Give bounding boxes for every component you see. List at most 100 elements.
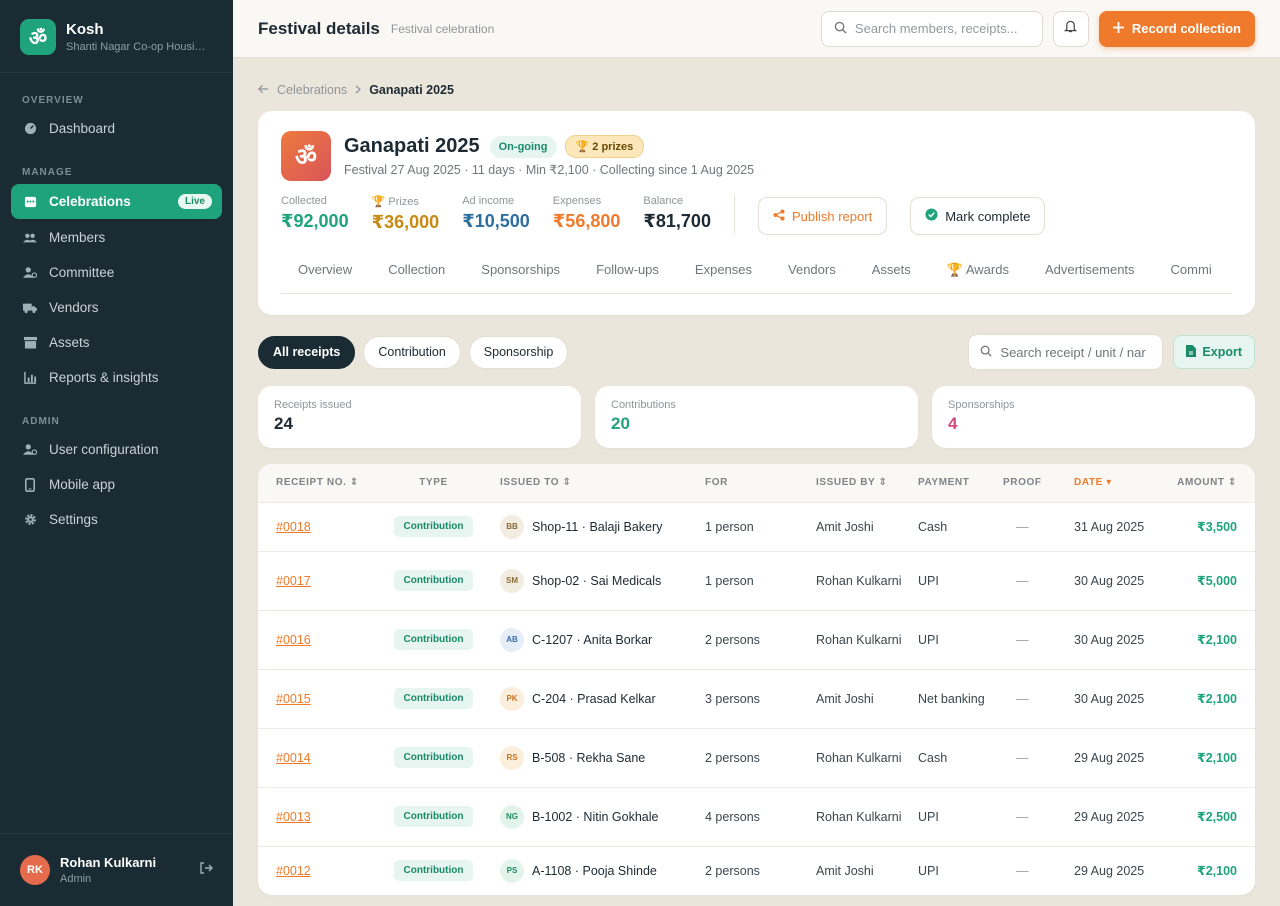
filter-all-receipts[interactable]: All receipts — [258, 335, 356, 369]
tab-awards-label: Awards — [965, 262, 1009, 277]
sidebar-item-user-configuration[interactable]: User configuration — [11, 433, 222, 466]
table-row[interactable]: #0018 Contribution BB Shop-11 · Balaji Bake… — [258, 501, 1255, 551]
sidebar-item-label: Settings — [49, 512, 98, 527]
receipt-date: 29 Aug 2025 — [1074, 845, 1172, 895]
proof: — — [1003, 668, 1074, 728]
table-row[interactable]: #0014 Contribution RS B-508 · Rekha Sane 2 p… — [258, 727, 1255, 787]
festival-om-icon: ॐ — [281, 131, 331, 181]
avatar: RS — [500, 745, 524, 770]
sidebar-item-label: Reports & insights — [49, 370, 159, 385]
receipt-number-link[interactable]: #0014 — [276, 751, 311, 765]
sidebar-item-committee[interactable]: Committee — [11, 256, 222, 289]
table-row[interactable]: #0017 Contribution SM Shop-02 · Sai Medical… — [258, 550, 1255, 610]
tab-collection[interactable]: Collection — [388, 262, 445, 293]
sidebar-item-reports[interactable]: Reports & insights — [11, 361, 222, 394]
mark-complete-label: Mark complete — [945, 208, 1031, 224]
col-issued-to[interactable]: ISSUED TO ⇕ — [500, 464, 705, 502]
sidebar-item-mobile-app[interactable]: Mobile app — [11, 468, 222, 501]
sidebar-item-label: Celebrations — [49, 194, 131, 209]
festival-card: ॐ Ganapati 2025 On-going 🏆 2 prizes Fest… — [258, 111, 1255, 315]
table-row[interactable]: #0015 Contribution PK C-204 · Prasad Kelkar… — [258, 668, 1255, 728]
receipt-number-link[interactable]: #0015 — [276, 692, 311, 706]
table-row[interactable]: #0016 Contribution AB C-1207 · Anita Borkar… — [258, 609, 1255, 669]
receipt-date: 31 Aug 2025 — [1074, 501, 1172, 551]
payment-method: Net banking — [918, 668, 1003, 728]
issued-to: A-1108 · Pooja Shinde — [532, 863, 657, 878]
receipt-amount: ₹3,500 — [1172, 501, 1255, 551]
payment-method: UPI — [918, 550, 1003, 610]
avatar: RK — [20, 855, 50, 885]
receipt-number-link[interactable]: #0016 — [276, 633, 311, 647]
global-search-input[interactable]: Search members, receipts... — [820, 10, 1043, 47]
live-badge: Live — [177, 194, 212, 209]
issued-to: B-508 · Rekha Sane — [532, 750, 646, 765]
mark-complete-button[interactable]: Mark complete — [910, 197, 1046, 235]
prizes-badge-label: 2 prizes — [592, 141, 634, 153]
notifications-button[interactable] — [1052, 10, 1089, 47]
logout-icon[interactable] — [199, 861, 213, 880]
export-button[interactable]: Export — [1173, 335, 1255, 369]
sidebar-item-settings[interactable]: Settings — [11, 503, 222, 536]
table-row[interactable]: #0013 Contribution NG B-1002 · Nitin Gokhal… — [258, 786, 1255, 846]
col-issued-by[interactable]: ISSUED BY ⇕ — [816, 464, 918, 502]
sidebar-item-vendors[interactable]: Vendors — [11, 291, 222, 324]
table-row[interactable]: #0012 Contribution PS A-1108 · Pooja Shinde… — [258, 845, 1255, 895]
stat-label: Collected — [281, 195, 327, 207]
festival-title: Ganapati 2025 — [344, 135, 480, 157]
receipt-amount: ₹2,100 — [1172, 609, 1255, 669]
summary-receipts-issued: Receipts issued 24 — [258, 386, 581, 448]
tab-overview[interactable]: Overview — [298, 262, 352, 293]
sort-icon: ⇕ — [1228, 477, 1237, 489]
proof: — — [1003, 501, 1074, 551]
avatar: SM — [500, 568, 524, 593]
stat-label: Expenses — [552, 195, 602, 207]
brand[interactable]: ॐ Kosh Shanti Nagar Co-op Housin... — [0, 0, 233, 73]
stat-value: ₹81,700 — [643, 211, 711, 231]
receipt-date: 30 Aug 2025 — [1074, 668, 1172, 728]
table-header: RECEIPT NO. ⇕ TYPE ISSUED TO ⇕ FOR ISSUE… — [258, 464, 1255, 502]
col-receipt-no[interactable]: RECEIPT NO. ⇕ — [258, 464, 367, 502]
chevron-right-icon — [355, 83, 362, 97]
issued-to: Shop-11 · Balaji Bakery — [532, 519, 663, 534]
sidebar-item-assets[interactable]: Assets — [11, 326, 222, 359]
filter-contribution[interactable]: Contribution — [363, 335, 461, 369]
receipt-number-link[interactable]: #0017 — [276, 574, 311, 588]
receipt-number-link[interactable]: #0018 — [276, 520, 311, 534]
tab-awards[interactable]: 🏆 Awards — [947, 262, 1009, 293]
receipt-number-link[interactable]: #0013 — [276, 810, 311, 824]
user-profile[interactable]: RK Rohan Kulkarni Admin — [0, 833, 233, 906]
tab-assets[interactable]: Assets — [872, 262, 911, 293]
sidebar-item-celebrations[interactable]: Celebrations Live — [11, 184, 222, 219]
breadcrumb-parent[interactable]: Celebrations — [277, 83, 347, 97]
receipt-search-input[interactable]: Search receipt / unit / nar — [968, 334, 1164, 370]
sidebar-item-label: User configuration — [49, 442, 159, 457]
stat-label-text: Prizes — [388, 196, 419, 208]
col-label: DATE — [1074, 477, 1103, 489]
receipt-number-link[interactable]: #0012 — [276, 864, 311, 878]
stat-expenses: Expenses ₹56,800 — [553, 195, 621, 232]
sidebar-item-members[interactable]: Members — [11, 221, 222, 254]
om-logo-icon: ॐ — [20, 19, 56, 55]
tab-vendors[interactable]: Vendors — [788, 262, 836, 293]
receipt-date: 30 Aug 2025 — [1074, 609, 1172, 669]
tab-advertisements[interactable]: Advertisements — [1045, 262, 1135, 293]
receipt-amount: ₹2,500 — [1172, 786, 1255, 846]
page-title: Festival details — [258, 18, 380, 38]
record-collection-button[interactable]: Record collection — [1098, 10, 1255, 47]
col-date[interactable]: DATE ▾ — [1074, 464, 1172, 502]
festival-meta: Festival 27 Aug 2025 · 11 days · Min ₹2,… — [344, 163, 755, 177]
back-arrow-icon[interactable] — [258, 83, 269, 97]
sidebar-item-dashboard[interactable]: Dashboard — [11, 112, 222, 145]
receipt-amount: ₹2,100 — [1172, 668, 1255, 728]
col-amount[interactable]: AMOUNT ⇕ — [1172, 464, 1255, 502]
tab-follow-ups[interactable]: Follow-ups — [596, 262, 659, 293]
publish-report-button[interactable]: Publish report — [757, 197, 888, 235]
tab-expenses[interactable]: Expenses — [695, 262, 752, 293]
summary-value: 20 — [611, 414, 630, 433]
check-circle-icon — [925, 208, 938, 224]
tab-sponsorships[interactable]: Sponsorships — [481, 262, 560, 293]
society-name: Shanti Nagar Co-op Housin... — [66, 41, 208, 53]
tab-committee[interactable]: Commi — [1171, 262, 1212, 293]
filter-sponsorship[interactable]: Sponsorship — [468, 335, 569, 369]
chart-icon — [23, 371, 37, 385]
